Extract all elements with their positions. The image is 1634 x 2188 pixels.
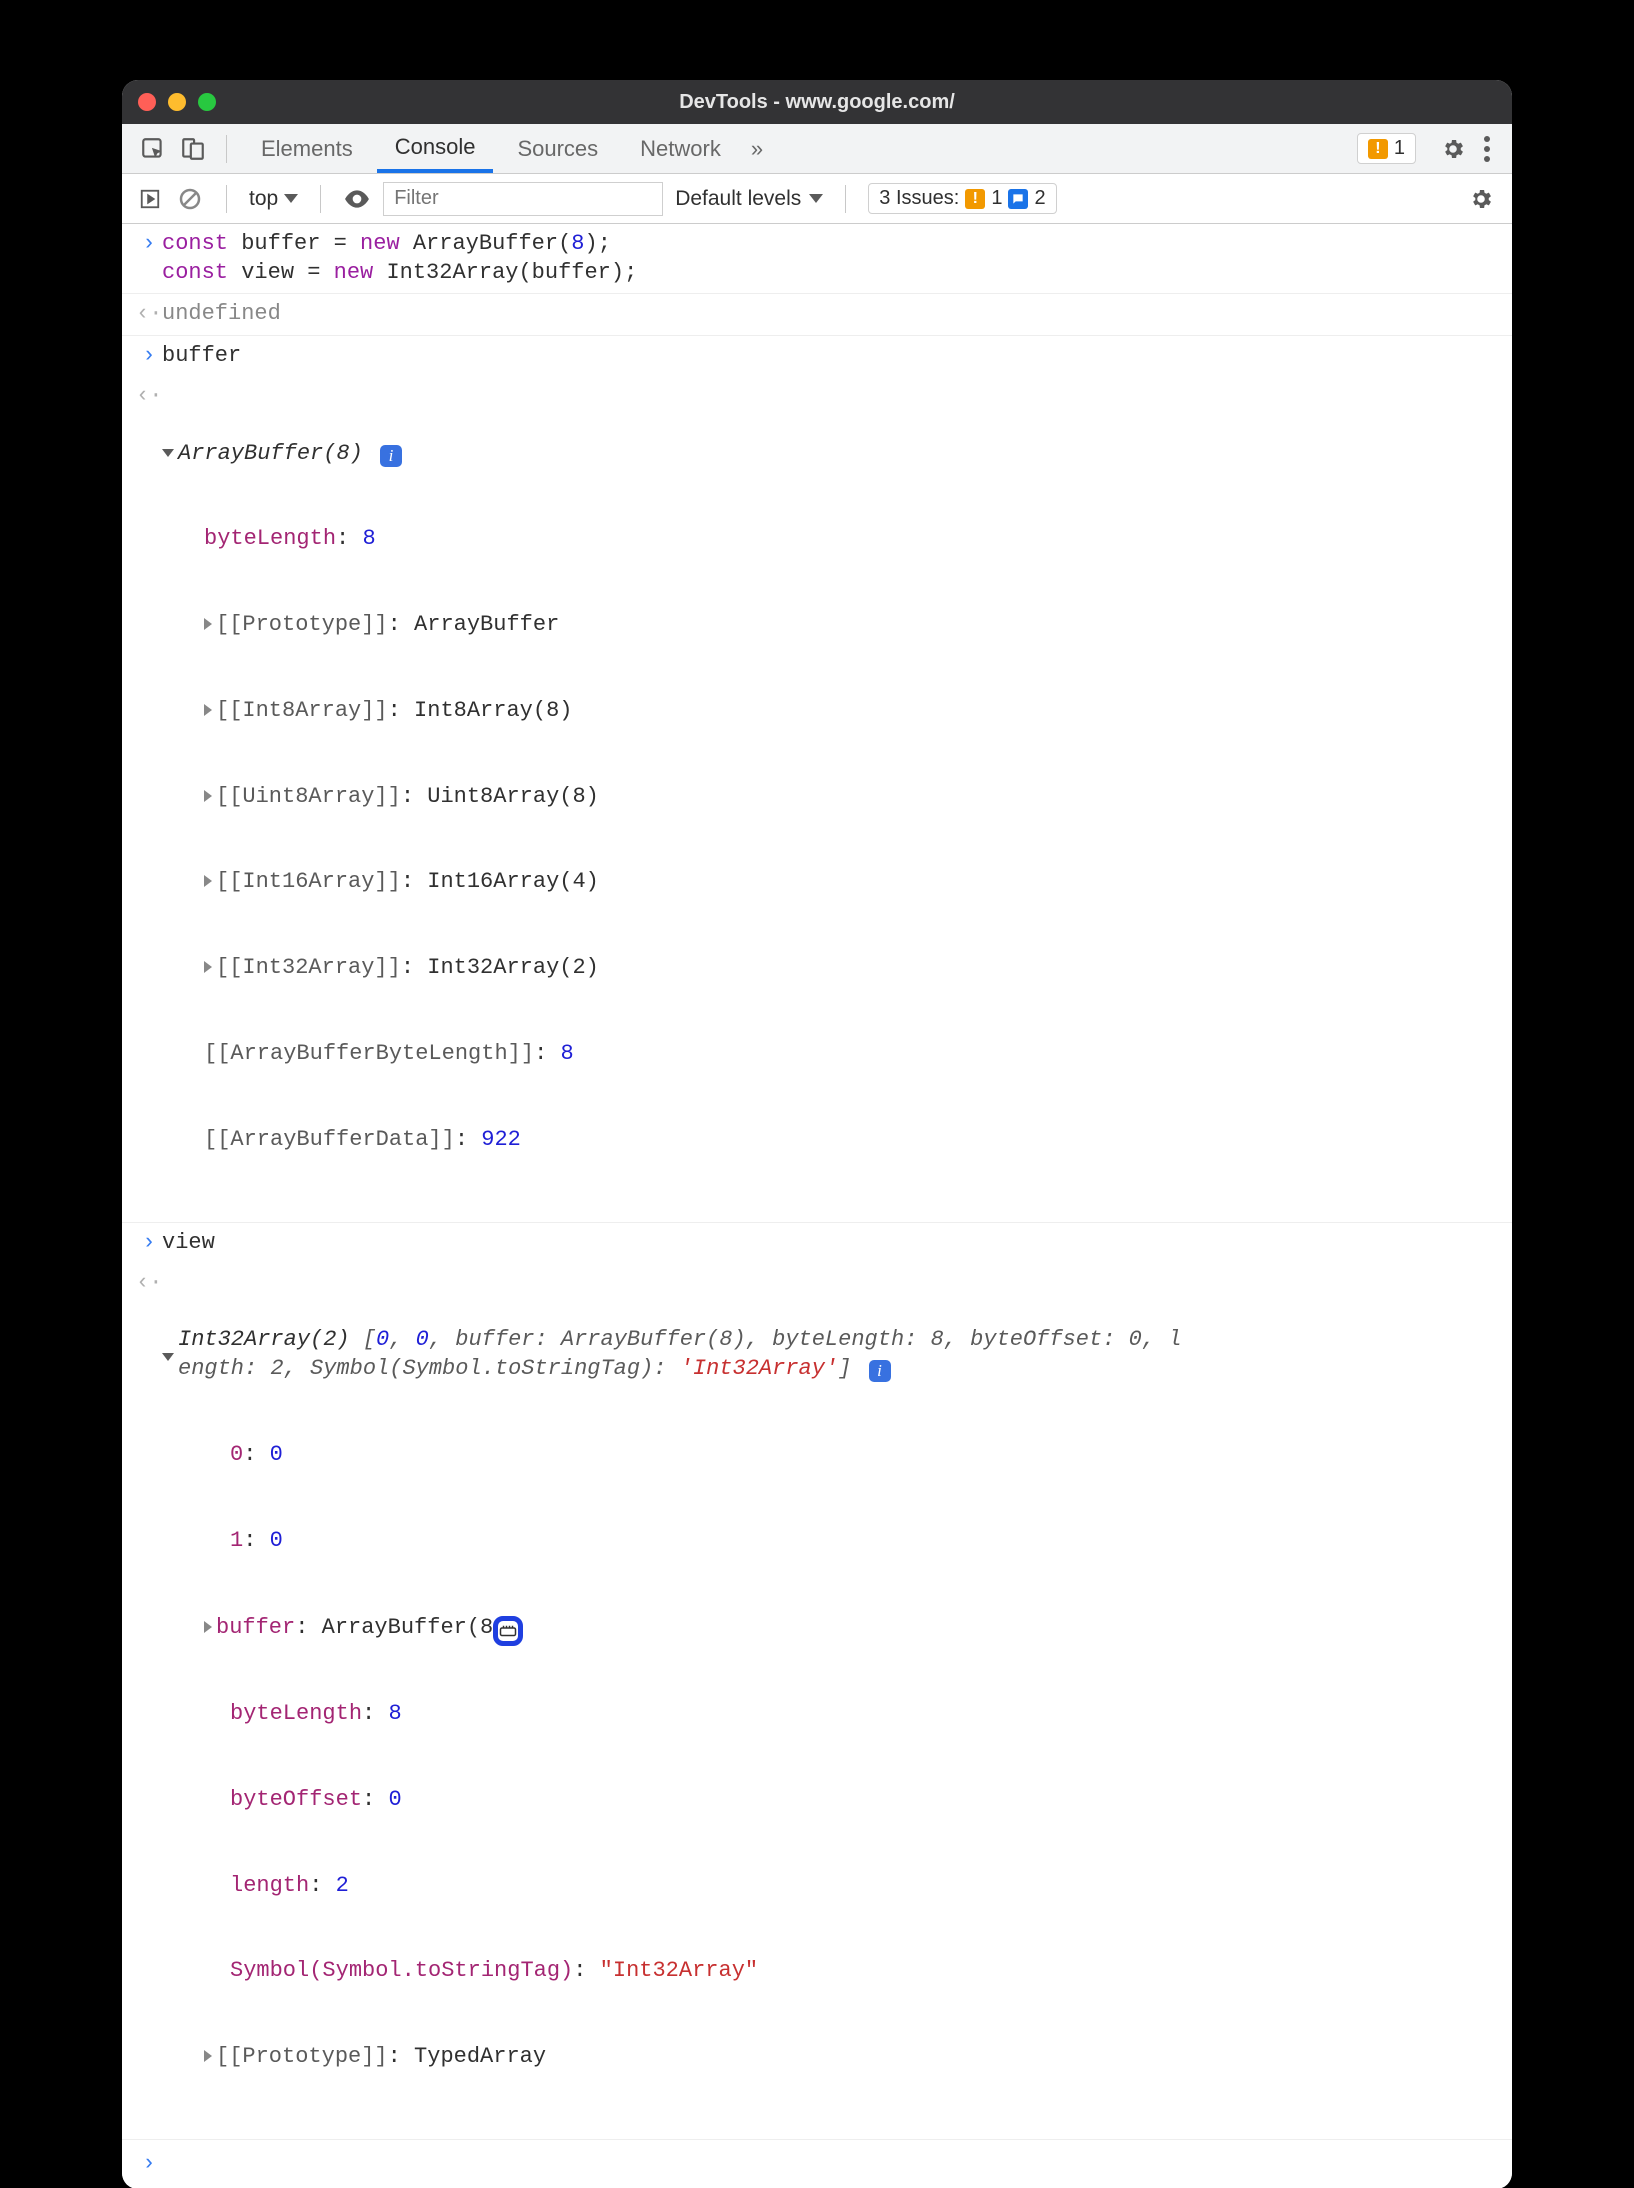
separator <box>226 185 227 213</box>
console-input-row[interactable]: › view <box>122 1223 1512 1264</box>
output-chevron-icon: ‹· <box>136 1269 162 2129</box>
separator <box>845 185 846 213</box>
expand-arrow-icon[interactable] <box>162 449 174 457</box>
tree-row[interactable]: [[Int16Array]]: Int16Array(4) <box>162 868 1498 897</box>
tab-strip: Elements Console Sources Network » ! 1 <box>122 124 1512 174</box>
tree-row[interactable]: length: 2 <box>162 1872 1498 1901</box>
info-count: 2 <box>1034 187 1045 210</box>
titlebar: DevTools - www.google.com/ <box>122 80 1512 124</box>
tree-row[interactable]: [[ArrayBufferByteLength]]: 8 <box>162 1040 1498 1069</box>
code: view <box>162 1229 1498 1258</box>
console-body: › const buffer = new ArrayBuffer(8); con… <box>122 224 1512 2188</box>
expand-arrow-icon[interactable] <box>204 618 212 630</box>
code: const buffer = new ArrayBuffer(8); const… <box>162 230 1498 287</box>
tree-header[interactable]: Int32Array(2) [0, 0, buffer: ArrayBuffer… <box>162 1326 1498 1383</box>
tree-row[interactable]: byteLength: 8 <box>162 525 1498 554</box>
window-title: DevTools - www.google.com/ <box>122 91 1512 114</box>
tree-row[interactable]: [[ArrayBufferData]]: 922 <box>162 1126 1498 1155</box>
tree-row[interactable]: buffer: ArrayBuffer(8 <box>162 1612 1498 1643</box>
input-chevron-icon: › <box>136 1229 162 1258</box>
chevron-down-icon <box>809 194 823 203</box>
info-badge-icon[interactable]: i <box>869 1360 891 1382</box>
settings-icon[interactable] <box>1436 132 1470 166</box>
tree-row[interactable]: byteLength: 8 <box>162 1700 1498 1729</box>
tab-sources[interactable]: Sources <box>499 124 616 173</box>
console-prompt[interactable]: › <box>122 2140 1512 2188</box>
tree-row[interactable]: [[Int32Array]]: Int32Array(2) <box>162 954 1498 983</box>
devtools-window: DevTools - www.google.com/ Elements Cons… <box>122 80 1512 2188</box>
output-chevron-icon: ‹· <box>136 382 162 1211</box>
issues-label: 3 Issues: <box>879 187 959 210</box>
input-chevron-icon: › <box>136 230 162 287</box>
tab-network[interactable]: Network <box>622 124 739 173</box>
tree-row[interactable]: 0: 0 <box>162 1441 1498 1470</box>
tree-row[interactable]: byteOffset: 0 <box>162 1786 1498 1815</box>
clear-console-icon[interactable] <box>176 185 204 213</box>
info-badge-icon[interactable]: i <box>380 445 402 467</box>
context-label: top <box>249 187 278 211</box>
tree-header[interactable]: ArrayBuffer(8) i <box>162 440 1498 469</box>
console-input-row[interactable]: › buffer <box>122 336 1512 377</box>
tree-row[interactable]: [[Prototype]]: ArrayBuffer <box>162 611 1498 640</box>
input-chevron-icon: › <box>136 342 162 371</box>
console-input-row[interactable]: › const buffer = new ArrayBuffer(8); con… <box>122 224 1512 294</box>
tree-row[interactable]: [[Int8Array]]: Int8Array(8) <box>162 697 1498 726</box>
expand-arrow-icon[interactable] <box>204 790 212 802</box>
device-toggle-icon[interactable] <box>176 132 210 166</box>
issues-indicator[interactable]: ! 1 <box>1357 133 1416 164</box>
console-output-row[interactable]: ‹· Int32Array(2) [0, 0, buffer: ArrayBuf… <box>122 1263 1512 2140</box>
execution-context-icon[interactable] <box>136 185 164 213</box>
levels-label: Default levels <box>675 187 801 211</box>
context-selector[interactable]: top <box>249 187 298 211</box>
warn-count: 1 <box>991 187 1002 210</box>
warning-icon: ! <box>965 189 985 209</box>
expand-arrow-icon[interactable] <box>204 961 212 973</box>
tree-row[interactable]: [[Prototype]]: TypedArray <box>162 2043 1498 2072</box>
live-expression-icon[interactable] <box>343 185 371 213</box>
tab-elements[interactable]: Elements <box>243 124 371 173</box>
expand-arrow-icon[interactable] <box>204 1621 212 1633</box>
console-output-row[interactable]: ‹· ArrayBuffer(8) i byteLength: 8 [[Prot… <box>122 376 1512 1222</box>
expand-arrow-icon[interactable] <box>204 875 212 887</box>
tab-console[interactable]: Console <box>377 124 494 173</box>
expand-arrow-icon[interactable] <box>204 2050 212 2062</box>
issues-summary[interactable]: 3 Issues: ! 1 2 <box>868 183 1056 214</box>
separator <box>320 185 321 213</box>
tree-row[interactable]: [[Uint8Array]]: Uint8Array(8) <box>162 783 1498 812</box>
memory-inspector-icon[interactable] <box>493 1616 523 1646</box>
console-toolbar: top Default levels 3 Issues: ! 1 2 <box>122 174 1512 224</box>
filter-input[interactable] <box>383 182 663 216</box>
log-levels-selector[interactable]: Default levels <box>675 187 823 211</box>
expand-arrow-icon[interactable] <box>162 1353 174 1361</box>
warning-icon: ! <box>1368 139 1388 159</box>
tab-more[interactable]: » <box>745 124 769 173</box>
code: buffer <box>162 342 1498 371</box>
separator <box>226 135 227 163</box>
expand-arrow-icon[interactable] <box>204 704 212 716</box>
tree-row[interactable]: Symbol(Symbol.toStringTag): "Int32Array" <box>162 1957 1498 1986</box>
kebab-menu-icon[interactable] <box>1476 136 1498 162</box>
console-settings-icon[interactable] <box>1464 182 1498 216</box>
object-tree: Int32Array(2) [0, 0, buffer: ArrayBuffer… <box>162 1269 1498 2129</box>
console-output-row: ‹· undefined <box>122 294 1512 336</box>
issue-count: 1 <box>1394 137 1405 160</box>
tree-row[interactable]: 1: 0 <box>162 1527 1498 1556</box>
input-chevron-icon: › <box>136 2150 162 2179</box>
object-tree: ArrayBuffer(8) i byteLength: 8 [[Prototy… <box>162 382 1498 1211</box>
inspect-element-icon[interactable] <box>136 132 170 166</box>
output-chevron-icon: ‹· <box>136 300 162 329</box>
chevron-down-icon <box>284 194 298 203</box>
undefined-value: undefined <box>162 300 1498 329</box>
info-icon <box>1008 189 1028 209</box>
